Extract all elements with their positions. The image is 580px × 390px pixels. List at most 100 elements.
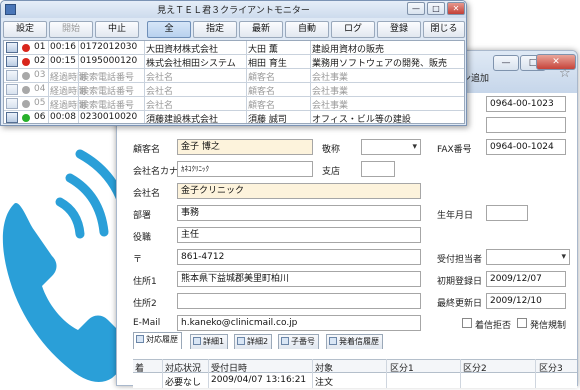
last-updated-field: 2009/12/10: [486, 293, 566, 309]
address1-label: 住所1: [133, 277, 157, 287]
address2-field[interactable]: [177, 293, 421, 309]
contact-name: 顧客名: [248, 73, 276, 83]
all-button[interactable]: 全: [147, 21, 191, 38]
child-number-icon: [281, 337, 289, 345]
zip-field[interactable]: 861-4712: [177, 249, 421, 265]
tab-history[interactable]: 対応履歴: [133, 332, 182, 349]
monitor-titlebar: 見えＴＥＬ君３クライアントモニター — □ ✕: [1, 1, 466, 18]
receiver-label: 受付担当者: [437, 255, 483, 265]
grid-divider: [78, 41, 79, 123]
honorific-select[interactable]: [361, 139, 421, 155]
status-green-icon: [22, 114, 30, 122]
address1-field[interactable]: 熊本県下益城郡美里町柏川: [177, 271, 421, 287]
grid-divider: [246, 41, 247, 123]
outgoing-rule-label: 発信規制: [530, 321, 567, 331]
close-monitor-button[interactable]: 閉じる: [423, 21, 465, 38]
outgoing-rule-checkbox[interactable]: [517, 318, 527, 328]
birthday-field[interactable]: [486, 205, 528, 221]
grid-divider: [208, 359, 209, 388]
company-kana-field[interactable]: ｶﾈｺｸﾘﾆｯｸ: [177, 161, 313, 177]
latest-button[interactable]: 最新: [239, 21, 283, 38]
contact-name: 顧客名: [248, 101, 276, 111]
business-desc: 会社事業: [312, 101, 349, 111]
first-registered-label: 初期登録日: [437, 277, 483, 287]
monitor-minimize-button[interactable]: —: [407, 2, 425, 15]
call-row[interactable]: 04 経過時間 検索電話番号 会社名 顧客名 会社事業: [4, 83, 464, 97]
monitor-close-button[interactable]: ✕: [447, 2, 465, 15]
start-button[interactable]: 開始: [49, 21, 93, 38]
settings-button[interactable]: 設定: [3, 21, 47, 38]
status-gray-icon: [22, 100, 30, 108]
company-name: 会社名: [146, 101, 174, 111]
monitor-maximize-button[interactable]: □: [427, 2, 445, 15]
auto-button[interactable]: 自動: [285, 21, 329, 38]
call-row[interactable]: 06 00:08 0230010020 須藤建設株式会社 須藤 誠司 オフィス・…: [4, 111, 464, 125]
row-number: 02: [34, 56, 46, 66]
zip-label: 〒: [133, 255, 143, 265]
tab-call-history[interactable]: 発着信履歴: [326, 334, 383, 349]
business-desc: 建設用資材の販売: [312, 45, 385, 55]
phone-number: 検索電話番号: [80, 73, 135, 83]
fax-label: FAX番号: [437, 145, 472, 155]
grid-divider: [48, 41, 49, 123]
favorite-star-icon[interactable]: ☆: [559, 66, 571, 81]
company-name: 大田資材株式会社: [146, 45, 219, 55]
title-field[interactable]: 主任: [177, 227, 421, 243]
customer-card-icon[interactable]: [6, 112, 18, 123]
customer-card-icon[interactable]: [6, 84, 18, 95]
contact-name: 大田 薫: [248, 45, 278, 55]
company-kana-label: 会社名カナ: [133, 167, 179, 177]
call-row[interactable]: 03 経過時間 検索電話番号 会社名 顧客名 会社事業: [4, 69, 464, 83]
call-row[interactable]: 02 00:15 0195000120 株式会社相田システム 相田 育生 業務用…: [4, 55, 464, 69]
tab-detail1[interactable]: 詳細1: [190, 334, 229, 349]
stop-button[interactable]: 中止: [95, 21, 139, 38]
customer-card-icon[interactable]: [6, 42, 18, 53]
signal-wave-small: [55, 197, 85, 239]
customer-card-icon[interactable]: [6, 56, 18, 67]
business-desc: 会社事業: [312, 73, 349, 83]
business-desc: 業務用ソフトウェアの開発、販売: [312, 59, 448, 69]
fax-field[interactable]: 0964-00-1024: [486, 139, 566, 155]
customer-name-label: 顧客名: [133, 145, 161, 155]
client-monitor-window: 見えＴＥＬ君３クライアントモニター — □ ✕ 設定 開始 中止 全 指定 最新…: [0, 0, 467, 126]
history-grid-header: 着 対応状況 受付日時 対象 区分1 区分2 区分3: [133, 359, 577, 374]
company-label: 会社名: [133, 189, 161, 199]
receiver-select[interactable]: [486, 249, 570, 265]
title-label: 役職: [133, 233, 152, 243]
grid-divider: [460, 359, 461, 388]
business-desc: オフィス・ビル等の建設: [312, 115, 411, 125]
call-row[interactable]: 05 経過時間 検索電話番号 会社名 顧客名 会社事業: [4, 97, 464, 111]
reject-incoming-checkbox[interactable]: [462, 318, 472, 328]
company-name: 須藤建設株式会社: [146, 115, 219, 125]
register-button[interactable]: 登録: [377, 21, 421, 38]
phone2-field[interactable]: [486, 117, 566, 133]
phone-number: 0172012030: [80, 42, 138, 52]
customer-name-field[interactable]: 金子 博之: [177, 139, 313, 155]
detail-icon: [237, 337, 245, 345]
branch-field[interactable]: [361, 161, 395, 177]
customer-card-icon[interactable]: [6, 70, 18, 81]
row-number: 06: [34, 112, 46, 122]
specify-button[interactable]: 指定: [193, 21, 237, 38]
status-gray-icon: [22, 86, 30, 94]
table-row[interactable]: 必要なし 2009/04/07 13:16:21 注文: [133, 373, 577, 388]
phone-number: 検索電話番号: [80, 101, 135, 111]
minimize-button[interactable]: —: [493, 55, 519, 71]
first-registered-field: 2009/12/07: [486, 271, 566, 287]
history-icon: [136, 335, 144, 343]
log-button[interactable]: ログ: [331, 21, 375, 38]
company-field[interactable]: 金子クリニック: [177, 183, 421, 199]
status-red-icon: [22, 44, 30, 52]
grid-divider: [535, 359, 536, 388]
honorific-label: 敬称: [322, 145, 341, 155]
dept-field[interactable]: 事務: [177, 205, 421, 221]
phone1-field[interactable]: 0964-00-1023: [486, 96, 566, 112]
phone-number: 0230010020: [80, 112, 138, 122]
tab-detail2[interactable]: 詳細2: [234, 334, 273, 349]
grid-divider: [310, 41, 311, 123]
status-red-icon: [22, 58, 30, 66]
email-field[interactable]: h.kaneko@clinicmail.co.jp: [177, 315, 421, 331]
customer-card-icon[interactable]: [6, 98, 18, 109]
call-row[interactable]: 01 00:16 0172012030 大田資材株式会社 大田 薫 建設用資材の…: [4, 41, 464, 55]
tab-child-numbers[interactable]: 子番号: [278, 334, 319, 349]
